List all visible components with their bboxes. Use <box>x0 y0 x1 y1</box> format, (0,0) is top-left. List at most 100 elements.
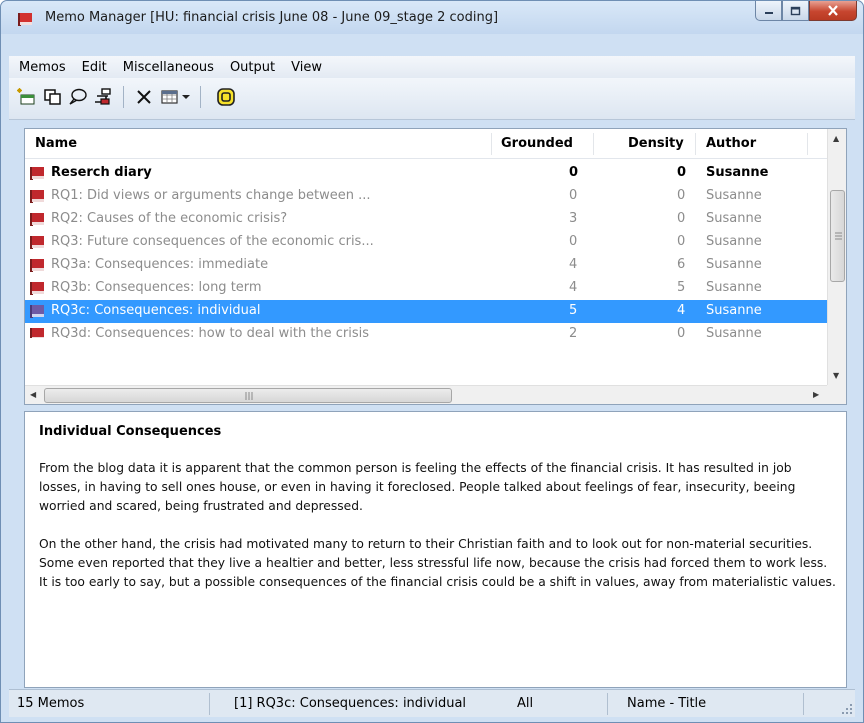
column-header-grounded[interactable]: Grounded <box>501 136 573 151</box>
status-selected-memo: [1] RQ3c: Consequences: individual <box>234 696 467 711</box>
memo-icon <box>30 282 44 295</box>
memo-grounded: 3 <box>569 211 578 226</box>
close-icon <box>828 5 838 16</box>
link-memo-button[interactable] <box>92 86 114 108</box>
duplicate-memo-icon <box>44 89 61 105</box>
menu-edit[interactable]: Edit <box>74 60 115 75</box>
scroll-right-icon[interactable]: ▶ <box>813 390 819 399</box>
horizontal-scroll-thumb[interactable] <box>44 388 452 403</box>
memo-grounded: 4 <box>569 257 578 272</box>
memo-name: RQ2: Causes of the economic crisis? <box>51 211 288 226</box>
memo-icon <box>30 190 44 203</box>
memo-density: 0 <box>677 326 686 338</box>
memo-density: 0 <box>677 165 687 180</box>
view-options-icon <box>161 90 178 104</box>
status-filter: All <box>517 696 534 711</box>
memo-density: 6 <box>677 257 686 272</box>
memo-text-editor[interactable]: Individual Consequences From the blog da… <box>24 411 847 688</box>
memo-author: Susanne <box>706 165 769 180</box>
highlight-button[interactable] <box>215 86 237 108</box>
column-header-author[interactable]: Author <box>706 136 756 151</box>
memo-density: 4 <box>677 303 686 318</box>
memo-grounded: 5 <box>569 303 578 318</box>
highlight-icon <box>217 88 235 106</box>
dropdown-arrow-icon <box>182 95 190 99</box>
maximize-icon <box>790 6 801 15</box>
vertical-scrollbar[interactable]: ▲ ▼ <box>827 129 846 387</box>
memo-author: Susanne <box>706 257 762 272</box>
menu-view[interactable]: View <box>283 60 330 75</box>
menu-bar: Memos Edit Miscellaneous Output View <box>9 56 855 78</box>
view-options-dropdown[interactable] <box>179 86 193 108</box>
status-bar: 15 Memos [1] RQ3c: Consequences: individ… <box>9 689 855 717</box>
memo-title: Individual Consequences <box>39 424 222 439</box>
memo-paragraph: From the blog data it is apparent that t… <box>39 461 796 513</box>
memo-grounded: 4 <box>569 280 578 295</box>
memo-density: 0 <box>677 234 686 249</box>
new-memo-button[interactable] <box>15 86 37 108</box>
link-memo-icon <box>95 88 111 105</box>
memo-name: RQ3c: Consequences: individual <box>51 303 261 318</box>
new-memo-icon <box>17 88 35 105</box>
comment-button[interactable] <box>67 86 89 108</box>
memo-list: Name Grounded Density Author Reserch dia… <box>24 128 847 405</box>
memo-manager-window: Memo Manager [HU: financial crisis June … <box>0 0 864 723</box>
memo-icon <box>30 236 44 249</box>
close-button[interactable] <box>809 1 857 21</box>
maximize-button[interactable] <box>782 1 809 21</box>
memo-name: RQ3d: Consequences: how to deal with the… <box>51 326 370 338</box>
column-header-density[interactable]: Density <box>628 136 684 151</box>
scroll-down-icon[interactable]: ▼ <box>833 371 839 380</box>
memo-density: 0 <box>677 211 686 226</box>
scroll-left-icon[interactable]: ◀ <box>30 390 36 399</box>
memo-grounded: 2 <box>569 326 578 338</box>
list-item[interactable]: RQ3: Future consequences of the economic… <box>25 231 827 254</box>
grip-lines-icon <box>835 232 842 240</box>
grip-lines-icon <box>245 392 253 400</box>
memo-grounded: 0 <box>569 188 578 203</box>
menu-miscellaneous[interactable]: Miscellaneous <box>115 60 222 75</box>
memo-name: RQ3: Future consequences of the economic… <box>51 234 374 249</box>
minimize-icon <box>764 11 773 14</box>
memo-density: 5 <box>677 280 686 295</box>
menu-memos[interactable]: Memos <box>9 60 74 75</box>
column-header-name[interactable]: Name <box>35 136 77 151</box>
horizontal-scrollbar[interactable]: ◀ ▶ <box>25 385 827 404</box>
memo-name: RQ3b: Consequences: long term <box>51 280 262 295</box>
memo-grounded: 0 <box>569 234 578 249</box>
list-item[interactable]: RQ3b: Consequences: long term 4 5 Susann… <box>25 277 827 300</box>
status-sort: Name - Title <box>627 696 707 711</box>
view-options-button[interactable] <box>159 86 181 108</box>
memo-grounded: 0 <box>569 165 579 180</box>
delete-button[interactable] <box>133 86 155 108</box>
memo-paragraph: On the other hand, the crisis had motiva… <box>39 537 836 589</box>
memo-author: Susanne <box>706 303 762 318</box>
duplicate-memo-button[interactable] <box>42 86 64 108</box>
memo-icon <box>30 167 44 180</box>
list-item[interactable]: RQ2: Causes of the economic crisis? 3 0 … <box>25 208 827 231</box>
menu-output[interactable]: Output <box>222 60 283 75</box>
list-header: Name Grounded Density Author <box>25 129 827 159</box>
resize-grip-icon[interactable] <box>841 703 853 715</box>
toolbar <box>9 78 855 120</box>
memo-density: 0 <box>677 188 686 203</box>
memo-icon <box>30 259 44 272</box>
list-item[interactable]: Reserch diary 0 0 Susanne <box>25 162 827 185</box>
list-item-selected[interactable]: RQ3c: Consequences: individual 5 4 Susan… <box>25 300 827 323</box>
memo-name: Reserch diary <box>51 165 152 180</box>
memo-icon <box>30 305 44 318</box>
vertical-scroll-thumb[interactable] <box>830 190 845 282</box>
scrollbar-corner <box>827 385 846 404</box>
list-item[interactable]: RQ3d: Consequences: how to deal with the… <box>25 323 827 338</box>
window-title: Memo Manager [HU: financial crisis June … <box>45 10 499 25</box>
memo-name: RQ1: Did views or arguments change betwe… <box>51 188 371 203</box>
memo-icon <box>30 213 44 226</box>
list-item[interactable]: RQ3a: Consequences: immediate 4 6 Susann… <box>25 254 827 277</box>
memo-author: Susanne <box>706 234 762 249</box>
memo-author: Susanne <box>706 326 762 338</box>
comment-icon <box>69 88 87 105</box>
list-item[interactable]: RQ1: Did views or arguments change betwe… <box>25 185 827 208</box>
title-bar[interactable]: Memo Manager [HU: financial crisis June … <box>1 1 863 34</box>
minimize-button[interactable] <box>755 1 782 21</box>
scroll-up-icon[interactable]: ▲ <box>833 134 839 143</box>
